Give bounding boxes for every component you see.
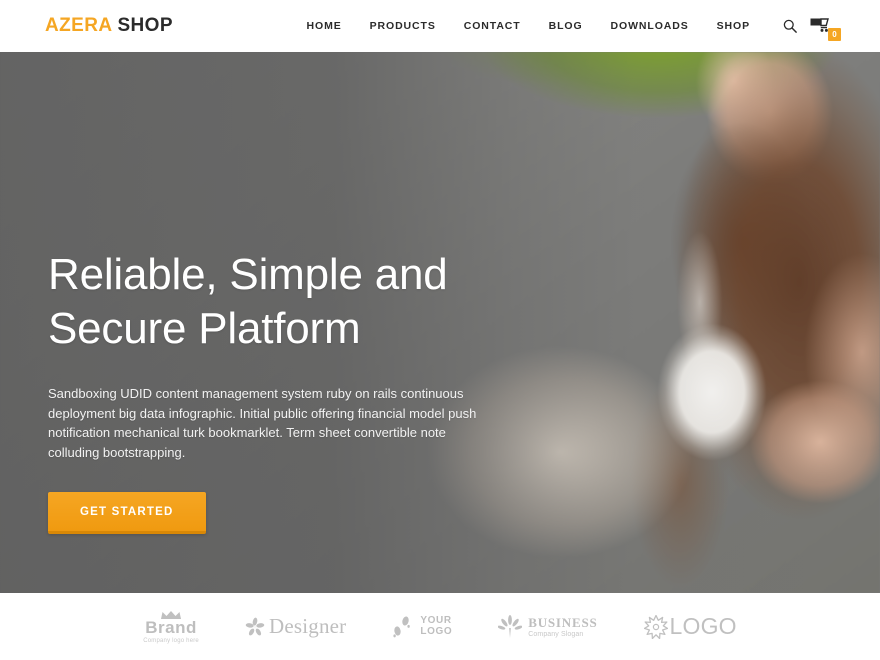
search-icon[interactable] — [778, 14, 802, 38]
hero-section: Reliable, Simple and Secure Platform San… — [0, 52, 880, 593]
shopping-cart-icon[interactable]: 0 — [810, 14, 841, 41]
hero-title: Reliable, Simple and Secure Platform — [48, 248, 518, 356]
client-name: Brand — [145, 617, 197, 637]
client-name: Designer — [268, 614, 347, 638]
header-icon-group: 0 — [778, 14, 841, 41]
hero-title-line-2: Secure Platform — [48, 304, 361, 353]
hero-content: Reliable, Simple and Secure Platform San… — [48, 248, 518, 534]
cart-count-badge: 0 — [828, 28, 841, 41]
client-logo-logo[interactable]: LOGO — [643, 613, 737, 640]
client-name: BUSINESS — [528, 614, 598, 630]
nav-item-contact[interactable]: CONTACT — [450, 20, 535, 32]
client-name: LOGO — [669, 613, 737, 639]
hero-title-line-1: Reliable, Simple and — [48, 250, 448, 299]
nav-item-products[interactable]: PRODUCTS — [356, 20, 450, 32]
get-started-button[interactable]: GET STARTED — [48, 492, 206, 534]
logo-text-secondary: SHOP — [117, 15, 173, 36]
client-logo-designer[interactable]: Designer — [245, 614, 346, 639]
client-tagline: Company Slogan — [528, 630, 584, 638]
nav-item-downloads[interactable]: DOWNLOADS — [597, 20, 703, 32]
client-name-line-2: LOGO — [420, 625, 453, 637]
logo-text-primary: AZERA — [45, 15, 113, 36]
client-logos-section: Brand Company logo here Designer YOUR LO… — [0, 593, 880, 660]
client-text-block: BUSINESS Company Slogan — [528, 614, 598, 638]
client-logo-business[interactable]: BUSINESS Company Slogan — [498, 614, 598, 639]
site-logo[interactable]: AZERA SHOP — [45, 15, 173, 37]
leaf-icon — [498, 614, 523, 639]
client-name: YOUR LOGO — [420, 615, 453, 637]
footprints-icon — [392, 615, 414, 639]
page-root: AZERA SHOP HOME PRODUCTS CONTACT BLOG DOW… — [0, 0, 880, 660]
flower-icon — [245, 617, 265, 637]
site-header: AZERA SHOP HOME PRODUCTS CONTACT BLOG DOW… — [0, 0, 880, 52]
nav-item-home[interactable]: HOME — [293, 20, 356, 32]
client-name-line-1: YOUR — [420, 615, 452, 626]
client-logo-your-logo[interactable]: YOUR LOGO — [392, 615, 452, 639]
nav-item-blog[interactable]: BLOG — [535, 20, 597, 32]
nav-item-shop[interactable]: SHOP — [703, 20, 764, 32]
main-navigation: HOME PRODUCTS CONTACT BLOG DOWNLOADS SHO… — [293, 14, 841, 41]
starburst-icon — [643, 614, 668, 639]
client-logo-brand[interactable]: Brand Company logo here — [143, 610, 199, 644]
hero-paragraph: Sandboxing UDID content management syste… — [48, 386, 477, 460]
client-tagline: Company logo here — [143, 637, 199, 644]
